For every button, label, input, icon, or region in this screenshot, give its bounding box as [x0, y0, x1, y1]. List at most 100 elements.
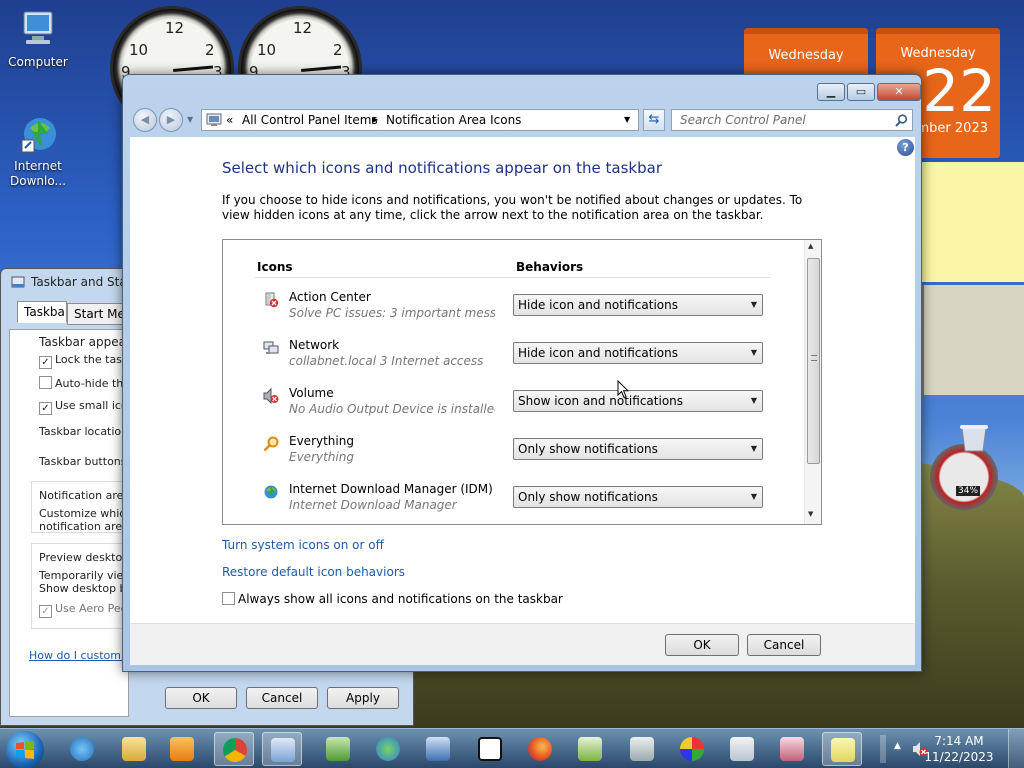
scrollbar-grip — [811, 355, 817, 361]
taskbar-idm[interactable] — [368, 732, 408, 766]
search-icon[interactable] — [895, 114, 908, 127]
taskbar-windows-explorer[interactable] — [114, 732, 154, 766]
clock-date: 11/22/2023 — [924, 750, 994, 764]
behavior-value: Hide icon and notifications — [518, 298, 678, 312]
sticky-notes-icon — [831, 738, 855, 762]
breadcrumb-overflow[interactable]: « — [226, 110, 233, 130]
breadcrumb-notification-area-icons[interactable]: Notification Area Icons — [386, 110, 521, 130]
page-title: Select which icons and notifications app… — [222, 159, 662, 177]
scrollbar-thumb[interactable] — [807, 258, 820, 464]
item-name: Everything — [289, 434, 354, 448]
desktop-icon-idm[interactable]: Internet Downlo... — [8, 114, 68, 189]
list-item-network[interactable]: Network collabnet.local 3 Internet acces… — [255, 336, 775, 380]
maximize-button[interactable]: ▭ — [847, 83, 875, 101]
recent-pages-chevron-icon[interactable]: ▼ — [187, 115, 193, 124]
item-description: Solve PC issues: 3 important message... — [289, 306, 495, 320]
forward-button[interactable]: ▶ — [159, 108, 183, 132]
behavior-dropdown[interactable]: Show icon and notifications ▼ — [513, 390, 763, 412]
behavior-dropdown[interactable]: Only show notifications ▼ — [513, 438, 763, 460]
taskbar-firefox[interactable] — [520, 732, 560, 766]
sticky-note-gadget[interactable] — [920, 162, 1024, 282]
list-item-idm[interactable]: Internet Download Manager (IDM) Internet… — [255, 480, 775, 524]
clock-hand — [173, 65, 214, 72]
always-show-checkbox[interactable]: Always show all icons and notifications … — [222, 592, 563, 606]
taskbar-paint[interactable] — [672, 732, 712, 766]
tab-taskbar[interactable]: Taskbar — [17, 301, 67, 323]
minimize-button[interactable]: ▁ — [817, 83, 845, 101]
taskbar-sticky-notes[interactable] — [822, 732, 862, 766]
scroll-up-arrow-icon[interactable]: ▲ — [808, 242, 813, 250]
ok-button[interactable]: OK — [165, 687, 237, 709]
clock-number: 12 — [293, 19, 313, 37]
cpu-meter-gadget[interactable]: 34% — [930, 444, 998, 510]
behavior-dropdown[interactable]: Only show notifications ▼ — [513, 486, 763, 508]
item-name: Action Center — [289, 290, 371, 304]
cpu-meter-value: 34% — [956, 486, 981, 496]
behavior-dropdown[interactable]: Hide icon and notifications ▼ — [513, 294, 763, 316]
behavior-dropdown[interactable]: Hide icon and notifications ▼ — [513, 342, 763, 364]
close-button[interactable]: ✕ — [877, 83, 921, 101]
list-item-everything[interactable]: Everything Everything Only show notifica… — [255, 432, 775, 476]
show-hidden-icons-arrow-icon[interactable]: ▲ — [894, 741, 901, 751]
turn-system-icons-link[interactable]: Turn system icons on or off — [222, 538, 384, 552]
help-icon[interactable]: ? — [897, 139, 914, 156]
clock-number: 10 — [257, 41, 277, 59]
taskbar-properties-title: Taskbar and Start — [31, 275, 137, 289]
volume-icon — [263, 388, 279, 404]
app-icon — [426, 737, 450, 761]
apply-button[interactable]: Apply — [327, 687, 399, 709]
checkbox-checked: ✓ — [39, 605, 52, 618]
network-icon — [263, 341, 279, 354]
notification-icons-list[interactable]: Icons Behaviors Action Center Solve PC i… — [222, 239, 822, 525]
taskbar-divider — [880, 735, 886, 763]
list-item-volume[interactable]: Volume No Audio Output Device is install… — [255, 384, 775, 428]
taskbar-notepad-plus[interactable] — [570, 732, 610, 766]
folder-icon — [122, 737, 146, 761]
address-dropdown-icon[interactable]: ▼ — [624, 110, 630, 130]
how-customize-link[interactable]: How do I customize — [29, 649, 137, 663]
cancel-button[interactable]: Cancel — [747, 634, 821, 656]
page-description: If you choose to hide icons and notifica… — [222, 193, 803, 222]
taskbar-control-panel[interactable] — [262, 732, 302, 766]
start-button[interactable] — [6, 731, 44, 768]
cancel-button[interactable]: Cancel — [246, 687, 318, 709]
ok-button[interactable]: OK — [665, 634, 739, 656]
media-player-icon — [170, 737, 194, 761]
vertical-scrollbar[interactable]: ▲ ▼ — [804, 240, 821, 524]
system-clock[interactable]: 7:14 AM 11/22/2023 — [922, 733, 996, 765]
scroll-down-arrow-icon[interactable]: ▼ — [808, 510, 813, 518]
taskbar-calculator[interactable] — [722, 732, 762, 766]
taskbar-app-1[interactable] — [318, 732, 358, 766]
header-divider — [255, 277, 771, 278]
breadcrumb-separator-icon[interactable]: ▶ — [372, 110, 378, 130]
item-description: collabnet.local 3 Internet access — [289, 354, 484, 368]
recycle-bin-icon[interactable] — [956, 424, 992, 452]
taskbar-internet-explorer[interactable] — [62, 732, 102, 766]
back-button[interactable]: ◀ — [133, 108, 157, 132]
action-center-icon — [265, 292, 279, 308]
taskbar-media-player[interactable] — [162, 732, 202, 766]
address-bar[interactable]: « All Control Panel Items ▶ Notification… — [201, 109, 639, 131]
show-desktop-button[interactable] — [1008, 729, 1024, 768]
clock-number: 12 — [165, 19, 185, 37]
dropdown-arrow-icon: ▼ — [750, 348, 757, 357]
7zip-icon — [478, 737, 502, 761]
taskbar-app-2[interactable] — [418, 732, 458, 766]
tab-start-menu[interactable]: Start Menu — [67, 303, 127, 325]
refresh-button[interactable]: ⇆ — [643, 109, 665, 131]
clock-time: 7:14 AM — [934, 734, 984, 748]
restore-defaults-link[interactable]: Restore default icon behaviors — [222, 565, 405, 579]
breadcrumb-all-control-panel-items[interactable]: All Control Panel Items — [242, 110, 378, 130]
taskbar-snipping-tool[interactable] — [772, 732, 812, 766]
dropdown-arrow-icon: ▼ — [750, 492, 757, 501]
list-item-action-center[interactable]: Action Center Solve PC issues: 3 importa… — [255, 288, 775, 332]
calculator-icon — [730, 737, 754, 761]
search-input[interactable]: Search Control Panel — [671, 109, 913, 131]
minimize-icon: ▁ — [826, 85, 836, 98]
notification-area-icons-window[interactable]: ▁ ▭ ✕ ◀ ▶ ▼ « All Control Panel Items ▶ … — [122, 74, 922, 672]
desktop-icon-computer[interactable]: Computer — [8, 10, 68, 69]
taskbar-fax[interactable] — [622, 732, 662, 766]
behavior-value: Show icon and notifications — [518, 394, 684, 408]
taskbar-chrome[interactable] — [214, 732, 254, 766]
taskbar-7zip[interactable] — [470, 732, 510, 766]
